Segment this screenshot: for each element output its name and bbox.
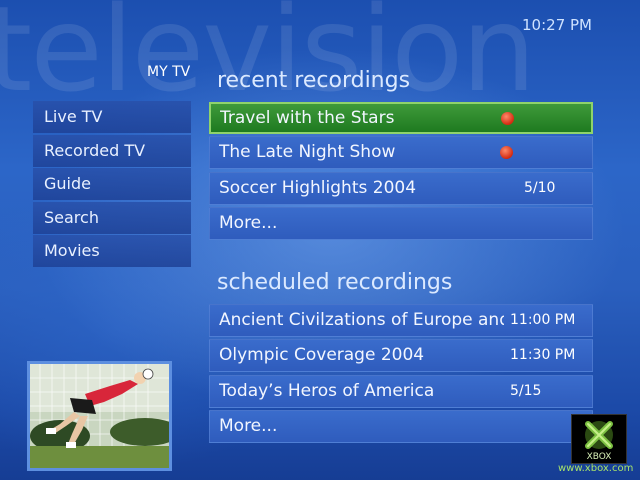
recent-recordings-heading: recent recordings xyxy=(217,68,411,93)
recording-row[interactable]: Travel with the Stars xyxy=(209,102,593,134)
more-scheduled-button[interactable]: More... xyxy=(209,410,593,444)
scheduled-row[interactable]: Ancient Civilzations of Europe and Asia … xyxy=(209,304,593,337)
clock: 10:27 PM xyxy=(522,16,592,34)
page-title: MY TV xyxy=(147,64,191,80)
recording-row[interactable]: The Late Night Show xyxy=(209,136,593,170)
live-tv-preview[interactable] xyxy=(27,361,172,471)
more-recent-button[interactable]: More... xyxy=(209,207,593,241)
scheduled-row[interactable]: Olympic Coverage 2004 11:30 PM xyxy=(209,339,593,373)
more-label: More... xyxy=(219,213,278,234)
nav-item-search[interactable]: Search xyxy=(33,201,191,234)
nav-item-guide[interactable]: Guide xyxy=(33,168,191,201)
xbox-url: www.xbox.com xyxy=(558,463,634,474)
xbox-logo: XBOX xyxy=(571,414,627,464)
recording-date: 5/10 xyxy=(524,179,556,196)
xbox-logo-icon: XBOX xyxy=(572,415,626,463)
xbox-brand-text: XBOX xyxy=(587,452,612,462)
recent-recordings-list: Travel with the Stars The Late Night Sho… xyxy=(209,102,593,243)
soccer-goalkeeper-image xyxy=(30,364,169,468)
recording-row[interactable]: Soccer Highlights 2004 5/10 xyxy=(209,171,593,205)
nav-menu: Live TV Recorded TV Guide Search Movies xyxy=(33,101,191,269)
scheduled-time: 11:30 PM xyxy=(504,340,592,372)
nav-item-movies[interactable]: Movies xyxy=(33,235,191,268)
recording-title: The Late Night Show xyxy=(219,142,396,163)
nav-item-live-tv[interactable]: Live TV xyxy=(33,101,191,133)
scheduled-time: 11:00 PM xyxy=(504,305,592,336)
scheduled-recordings-list: Ancient Civilzations of Europe and Asia … xyxy=(209,304,593,446)
nav-item-recorded-tv[interactable]: Recorded TV xyxy=(33,134,191,167)
scheduled-row[interactable]: Today’s Heros of America 5/15 xyxy=(209,374,593,408)
scheduled-recordings-heading: scheduled recordings xyxy=(217,270,453,295)
record-indicator-icon xyxy=(501,112,514,125)
more-label: More... xyxy=(219,416,278,437)
recording-title: Travel with the Stars xyxy=(220,108,395,128)
scheduled-date: 5/15 xyxy=(504,375,592,407)
